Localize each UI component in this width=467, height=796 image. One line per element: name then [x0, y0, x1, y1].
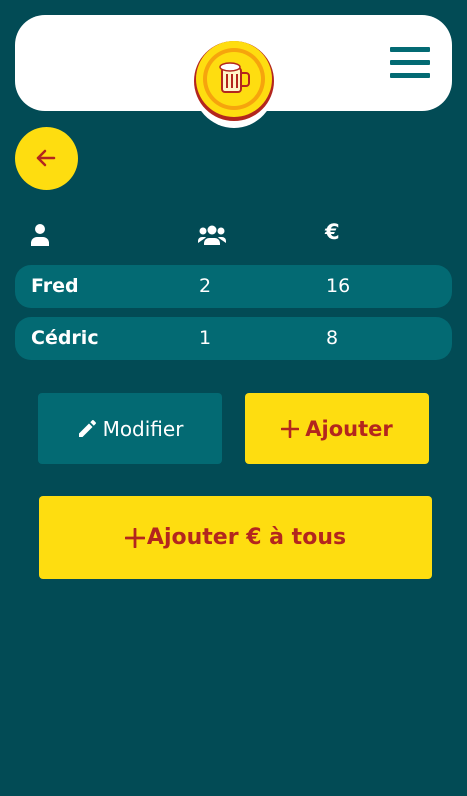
plus-icon	[280, 419, 300, 438]
add-button-label: Ajouter	[305, 416, 393, 441]
participant-count: 2	[199, 275, 212, 297]
person-icon	[31, 224, 49, 246]
arrow-left-icon	[36, 149, 56, 167]
plus-icon	[124, 527, 146, 548]
beer-mug-logo[interactable]	[192, 38, 276, 128]
add-button[interactable]: Ajouter	[245, 393, 429, 464]
participant-count: 1	[199, 327, 212, 349]
table-row[interactable]: Cédric 1 8	[15, 317, 452, 360]
hamburger-menu-icon[interactable]	[388, 45, 432, 81]
edit-button[interactable]: Modifier	[38, 393, 222, 464]
back-button[interactable]	[15, 127, 78, 190]
participant-amount: 16	[326, 275, 351, 297]
add-to-all-button[interactable]: Ajouter € à tous	[39, 496, 432, 579]
edit-button-label: Modifier	[102, 416, 184, 441]
amount-column-header: €	[325, 220, 340, 244]
participant-amount: 8	[326, 327, 339, 349]
group-icon	[198, 225, 226, 245]
participant-name: Cédric	[31, 327, 99, 349]
participant-name: Fred	[31, 275, 79, 297]
add-to-all-button-label: Ajouter € à tous	[146, 525, 347, 550]
pencil-icon	[77, 419, 97, 439]
table-row[interactable]: Fred 2 16	[15, 265, 452, 308]
